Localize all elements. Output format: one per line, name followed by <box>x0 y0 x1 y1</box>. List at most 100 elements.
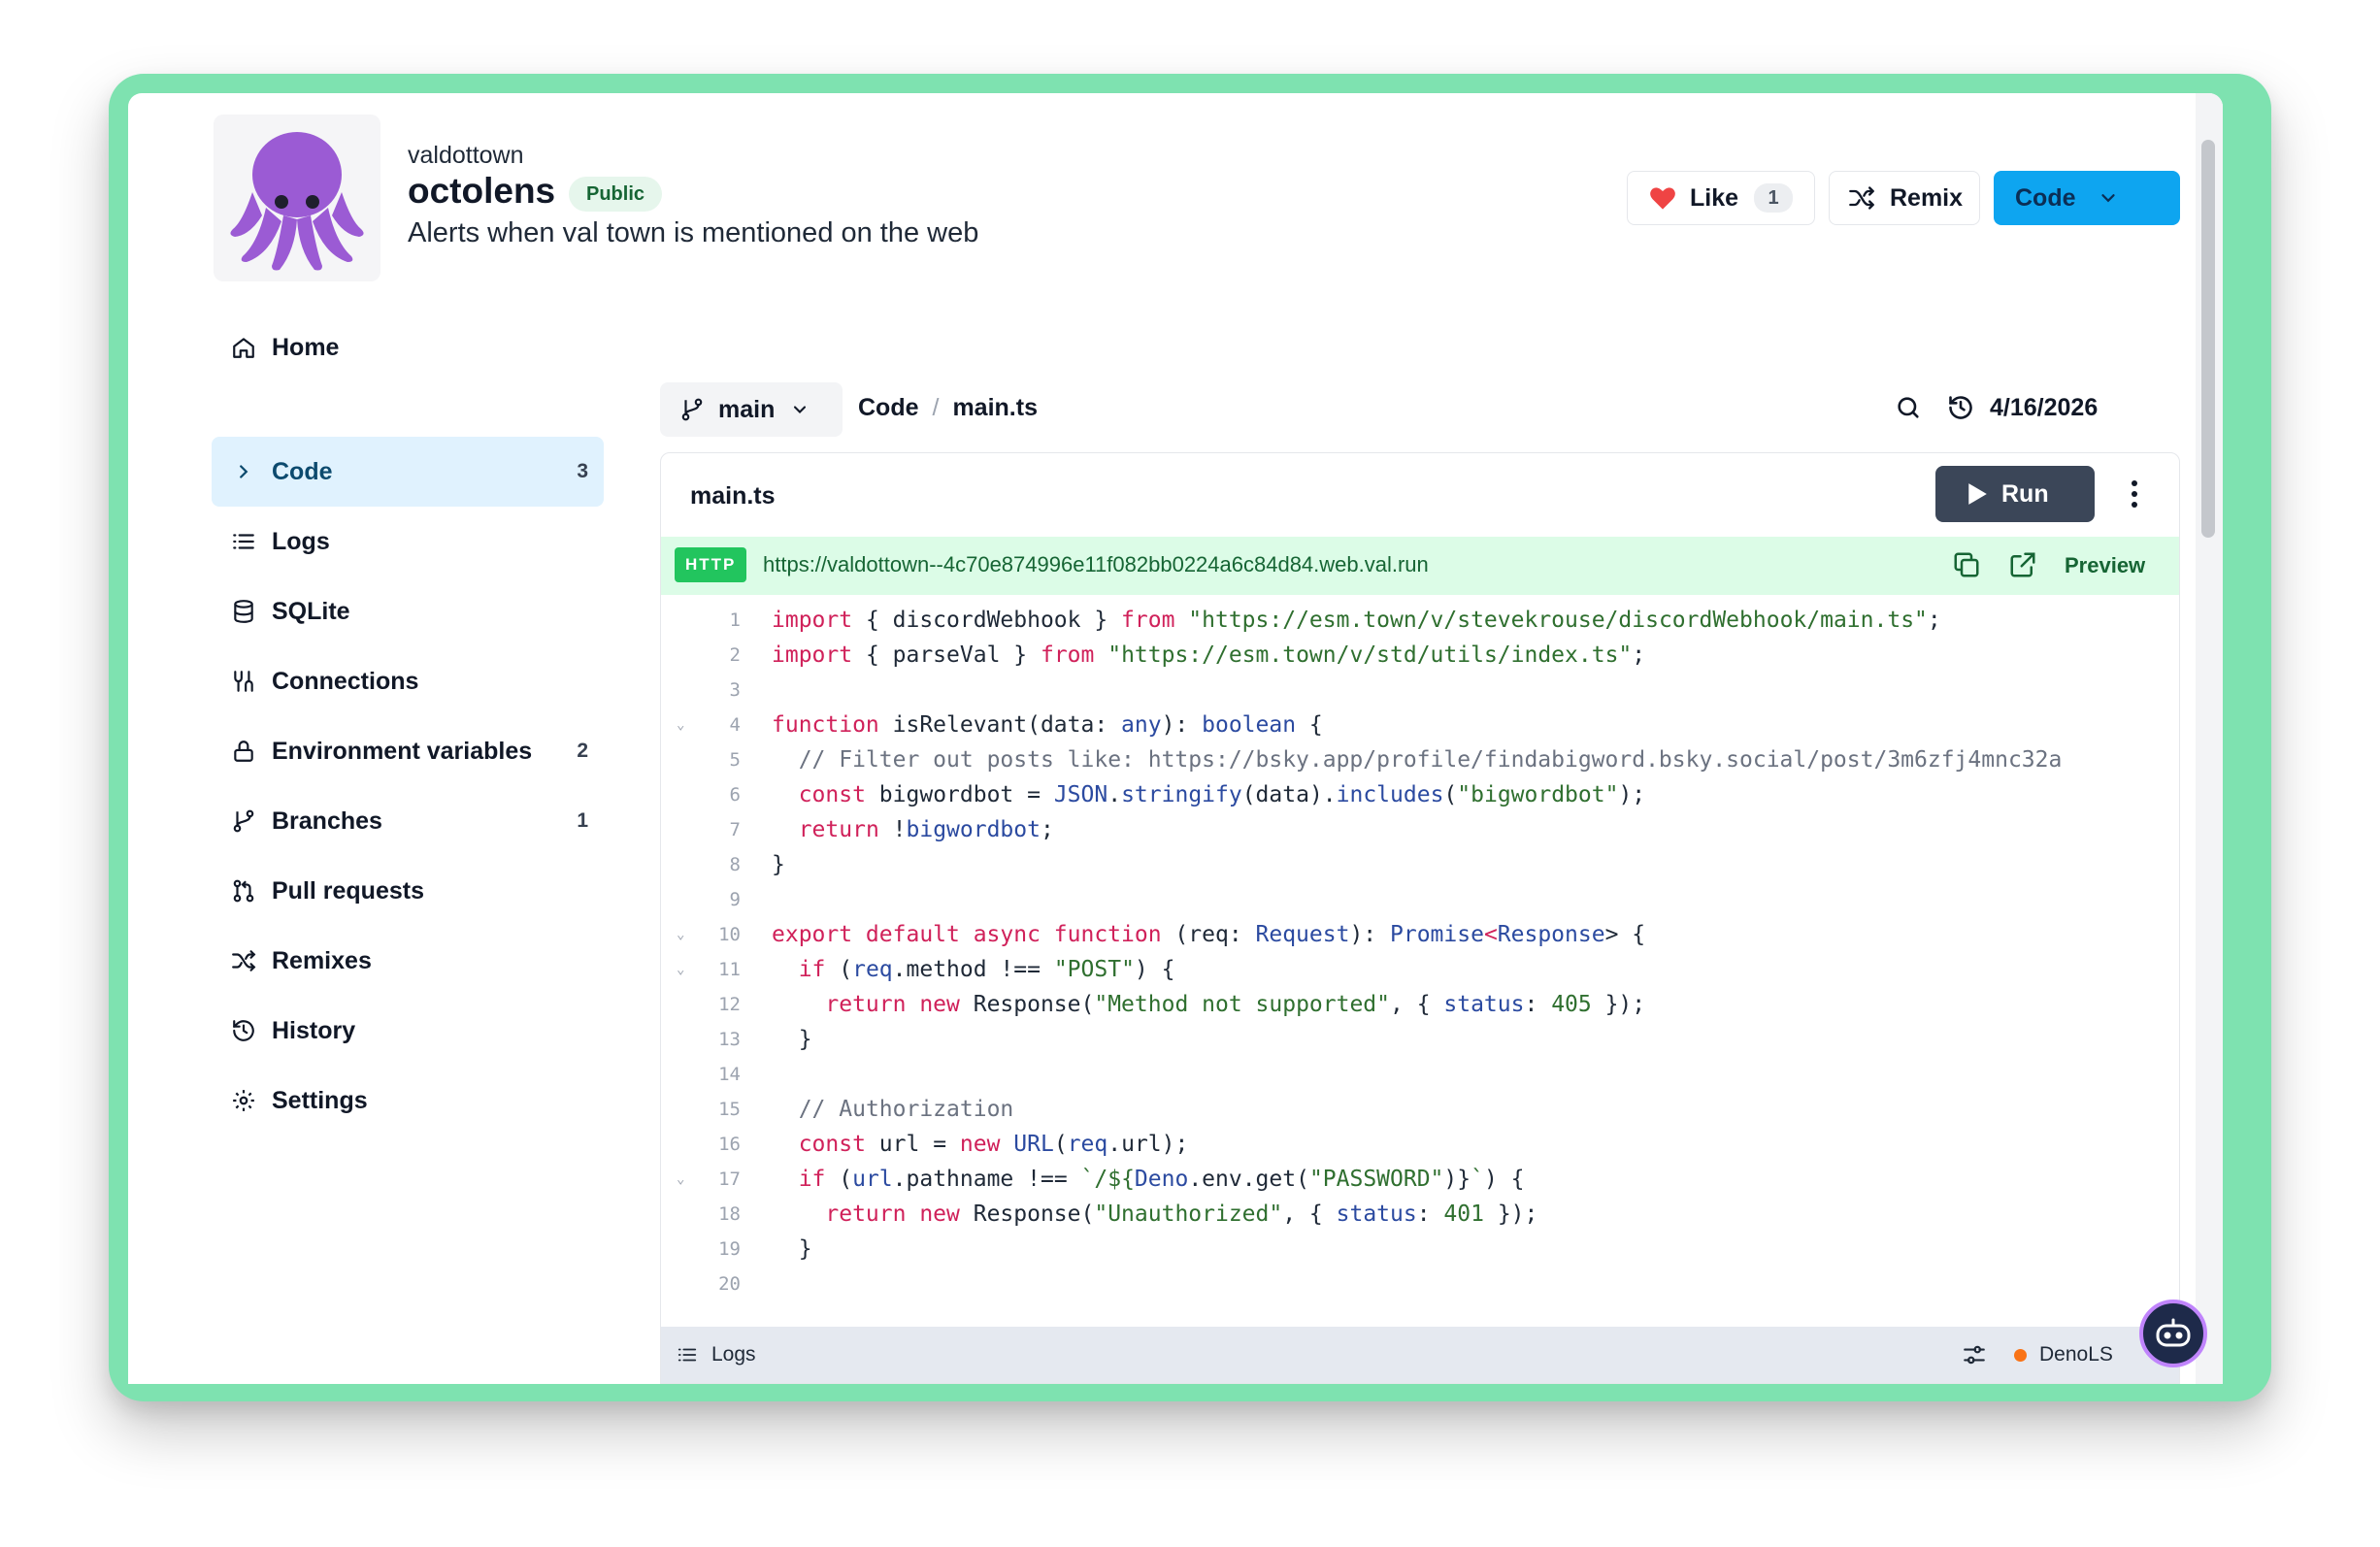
code-line[interactable]: 6 const bigwordbot = JSON.stringify(data… <box>661 777 2179 812</box>
code-line[interactable]: 15 // Authorization <box>661 1092 2179 1127</box>
code-text: // Filter out posts like: https://bsky.a… <box>798 747 2063 773</box>
like-button[interactable]: Like 1 <box>1627 171 1815 225</box>
line-number: 4 <box>729 714 741 736</box>
sidebar-item-pull-requests[interactable]: Pull requests <box>212 856 604 926</box>
code-line[interactable]: 9 <box>661 882 2179 917</box>
sidebar-item-label: History <box>272 1016 356 1044</box>
remix-label: Remix <box>1890 183 1964 212</box>
sidebar-item-connections[interactable]: Connections <box>212 646 604 716</box>
lock-icon <box>234 741 253 762</box>
sidebar-item-environment-variables[interactable]: Environment variables 2 <box>212 716 604 786</box>
code-line[interactable]: ⌄ 4 function isRelevant(data: any): boolea… <box>661 708 2179 742</box>
line-number: 13 <box>718 1029 741 1050</box>
breadcrumb-file[interactable]: main.ts <box>952 394 1038 422</box>
page-scrollbar[interactable] <box>2196 93 2223 1384</box>
code-text: export default async function (req: Requ… <box>772 922 1646 947</box>
sidebar-item-sqlite[interactable]: SQLite <box>212 576 604 646</box>
remix-button[interactable]: Remix <box>1829 171 1980 225</box>
lsp-label[interactable]: DenoLS <box>2039 1343 2113 1366</box>
val-avatar <box>214 115 380 281</box>
octopus-icon <box>230 132 364 271</box>
line-number: 17 <box>718 1168 741 1190</box>
preview-link[interactable]: Preview <box>2065 553 2145 578</box>
last-modified-date[interactable]: 4/16/2026 <box>1990 394 2098 422</box>
home-icon <box>233 338 254 358</box>
sidebar-item-label: Remixes <box>272 946 372 974</box>
sidebar-item-logs[interactable]: Logs <box>212 507 604 576</box>
code-line[interactable]: 2 import { parseVal } from "https://esm.t… <box>661 638 2179 673</box>
logs-toggle[interactable] <box>677 1344 698 1370</box>
code-line[interactable]: 19 } <box>661 1232 2179 1267</box>
code-line[interactable]: ⌄ 11 if (req.method !== "POST") { <box>661 952 2179 987</box>
branch-selector[interactable]: main <box>660 382 843 437</box>
code-line[interactable]: 20 <box>661 1267 2179 1301</box>
external-link-icon <box>2010 552 2035 577</box>
breadcrumb-separator: / <box>932 394 940 421</box>
like-count: 1 <box>1754 183 1794 213</box>
code-editor-panel: main.ts Run HTTP https://valdottown--4c7… <box>660 452 2180 1384</box>
val-name: octolens <box>408 171 556 211</box>
http-endpoint-bar: HTTP https://valdottown--4c70e874996e11f… <box>661 537 2179 595</box>
code-line[interactable]: 14 <box>661 1057 2179 1092</box>
code-dropdown-button[interactable]: Code <box>1994 171 2180 225</box>
line-number: 9 <box>729 889 741 910</box>
chevron-right-icon <box>240 465 248 478</box>
status-bar: Logs DenoLS <box>661 1327 2179 1383</box>
line-number: 5 <box>729 749 741 771</box>
line-number: 15 <box>718 1099 741 1120</box>
line-number: 6 <box>729 784 741 806</box>
assistant-bot-button[interactable] <box>2139 1300 2207 1367</box>
code-area[interactable]: 1 import { discordWebhook } from "https:/… <box>661 595 2179 1301</box>
logs-label[interactable]: Logs <box>711 1343 756 1366</box>
scrollbar-thumb[interactable] <box>2201 140 2215 538</box>
list-icon <box>233 534 254 549</box>
line-number: 16 <box>718 1134 741 1155</box>
open-external-button[interactable] <box>2008 550 2037 584</box>
code-line[interactable]: ⌄ 17 if (url.pathname !== `/${Deno.env.ge… <box>661 1162 2179 1197</box>
sidebar-item-code[interactable]: Code 3 <box>212 437 604 507</box>
search-icon <box>1898 397 1919 418</box>
connections-icon <box>234 671 253 692</box>
code-line[interactable]: 8} <box>661 847 2179 882</box>
code-line[interactable]: 7 return !bigwordbot; <box>661 812 2179 847</box>
sidebar-item-settings[interactable]: Settings <box>212 1066 604 1136</box>
code-line[interactable]: 16 const url = new URL(req.url); <box>661 1127 2179 1162</box>
sidebar-item-count: 3 <box>577 460 588 482</box>
code-text: const bigwordbot = JSON.stringify(data).… <box>798 782 1646 807</box>
sidebar-item-label: Connections <box>272 667 419 695</box>
code-line[interactable]: 18 return new Response("Unauthorized", {… <box>661 1197 2179 1232</box>
code-line[interactable]: 12 return new Response("Method not suppo… <box>661 987 2179 1022</box>
sidebar-item-home[interactable]: Home <box>212 313 604 382</box>
more-options-button[interactable] <box>2129 478 2140 514</box>
like-label: Like <box>1690 183 1739 212</box>
code-text: import { discordWebhook } from "https://… <box>772 608 1941 633</box>
owner-name[interactable]: valdottown <box>408 142 524 170</box>
copy-url-button[interactable] <box>1952 550 1981 584</box>
code-text: import { parseVal } from "https://esm.to… <box>772 642 1646 668</box>
code-text: if (req.method !== "POST") { <box>798 957 1175 982</box>
code-line[interactable]: 1 import { discordWebhook } from "https:/… <box>661 603 2179 638</box>
code-line[interactable]: ⌄ 10 export default async function (req: R… <box>661 917 2179 952</box>
code-text: function isRelevant(data: any): boolean … <box>772 712 1323 738</box>
history-button[interactable] <box>1947 394 1974 426</box>
endpoint-url[interactable]: https://valdottown--4c70e874996e11f082bb… <box>763 552 1429 577</box>
code-line[interactable]: 3 <box>661 673 2179 708</box>
code-line[interactable]: 13 } <box>661 1022 2179 1057</box>
code-line[interactable]: 5 // Filter out posts like: https://bsky… <box>661 742 2179 777</box>
sidebar-item-branches[interactable]: Branches 1 <box>212 786 604 856</box>
run-button[interactable]: Run <box>1935 466 2095 522</box>
code-text: } <box>772 1027 812 1052</box>
line-number: 3 <box>729 679 741 701</box>
editor-settings-button[interactable] <box>1962 1342 1987 1372</box>
line-number: 14 <box>718 1064 741 1085</box>
search-button[interactable] <box>1895 394 1922 426</box>
chevron-down-icon <box>2100 194 2115 203</box>
breadcrumb-code[interactable]: Code <box>858 394 919 422</box>
sidebar-item-label: Logs <box>272 527 330 555</box>
play-icon <box>1968 483 1987 505</box>
sidebar-item-history[interactable]: History <box>212 996 604 1066</box>
git-pull-request-icon <box>233 879 254 903</box>
shuffle-icon <box>232 950 256 971</box>
file-title: main.ts <box>690 482 776 510</box>
sidebar-item-remixes[interactable]: Remixes <box>212 926 604 996</box>
